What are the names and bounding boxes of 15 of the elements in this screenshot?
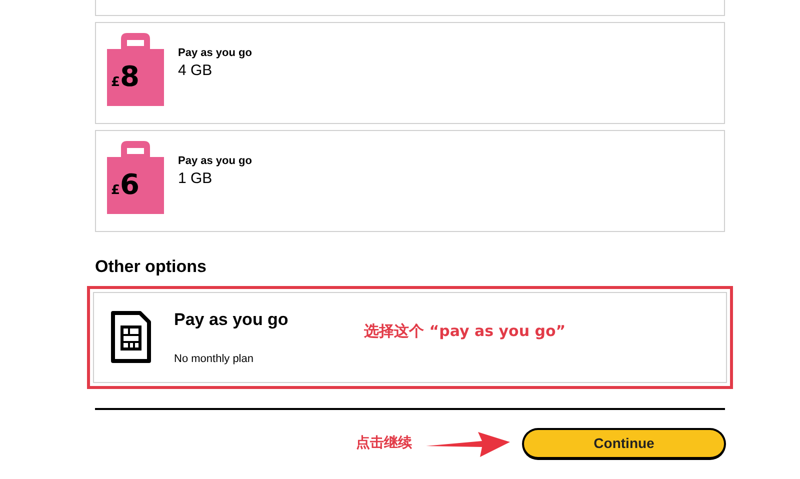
option-subtitle: No monthly plan <box>174 352 254 366</box>
annotation-note: 点击继续 <box>356 434 412 453</box>
section-heading: Other options <box>95 256 208 278</box>
option-card[interactable]: Pay as you go No monthly plan 选择这个 “pay as you go” <box>93 292 727 382</box>
sim-card-icon <box>110 310 152 364</box>
plan-card[interactable]: £8 Pay as you go 4 GB <box>95 22 725 124</box>
annotation-note: 选择这个 “pay as you go” <box>364 320 566 342</box>
plan-data: 1 GB <box>178 170 214 188</box>
plan-card[interactable]: £6 Pay as you go 1 GB <box>95 130 725 232</box>
option-title: Pay as you go <box>174 309 290 331</box>
plan-card[interactable] <box>95 0 725 16</box>
continue-button[interactable]: Continue <box>522 428 726 460</box>
plan-label: Pay as you go <box>178 154 252 169</box>
plan-data: 4 GB <box>178 62 214 80</box>
plan-label: Pay as you go <box>178 46 252 61</box>
